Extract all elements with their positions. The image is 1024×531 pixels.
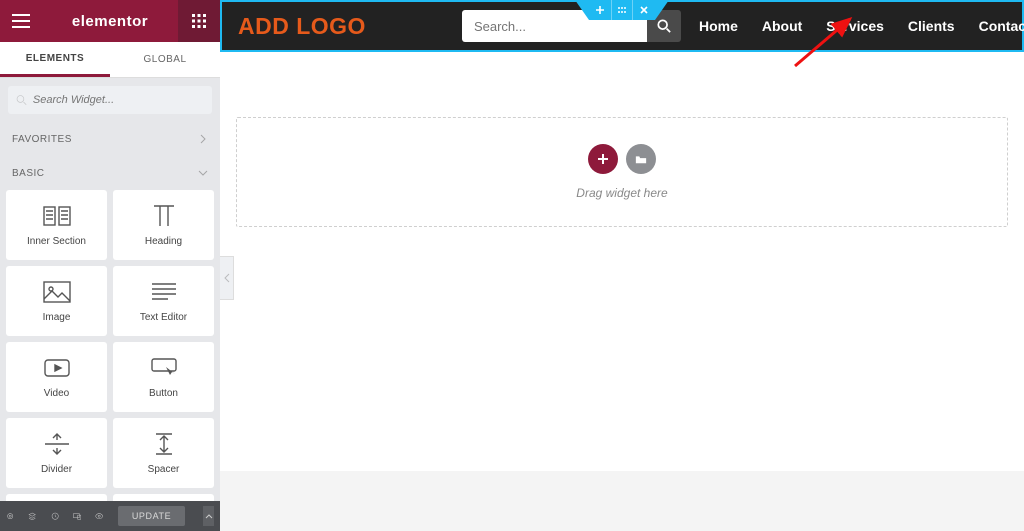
section-drag-handle[interactable] xyxy=(611,0,633,20)
layers-icon xyxy=(28,512,36,520)
section-add-button[interactable] xyxy=(589,0,611,20)
elementor-panel: elementor ELEMENTS GLOBAL FAVORITES BASI… xyxy=(0,0,220,531)
nav-about[interactable]: About xyxy=(762,18,802,34)
panel-bottom-bar: UPDATE xyxy=(0,501,220,531)
menu-button[interactable] xyxy=(0,0,42,42)
history-icon xyxy=(51,512,59,520)
video-icon xyxy=(43,358,71,378)
logo-placeholder[interactable]: ADD LOGO xyxy=(238,13,366,40)
heading-icon xyxy=(150,204,178,228)
update-options-button[interactable] xyxy=(203,506,214,526)
widget-label: Text Editor xyxy=(140,312,187,323)
drag-icon xyxy=(617,5,627,15)
grid-icon xyxy=(192,14,206,28)
plus-icon xyxy=(595,5,605,15)
search-icon xyxy=(657,19,671,33)
site-nav: Home About Services Clients Contact xyxy=(699,18,1024,34)
canvas-footer xyxy=(220,471,1024,531)
widget-label: Image xyxy=(43,312,71,323)
widget-label: Button xyxy=(149,388,178,399)
navigator-button[interactable] xyxy=(28,509,36,523)
divider-icon xyxy=(43,433,71,455)
eye-icon xyxy=(95,512,103,520)
chevron-left-icon xyxy=(223,273,231,283)
update-button[interactable]: UPDATE xyxy=(118,506,185,526)
caret-up-icon xyxy=(205,512,213,520)
text-editor-icon xyxy=(150,282,178,302)
search-icon xyxy=(16,94,27,106)
hamburger-icon xyxy=(12,14,30,28)
section-delete-button[interactable] xyxy=(633,0,655,20)
widget-button[interactable]: Button xyxy=(113,342,214,412)
category-basic[interactable]: BASIC xyxy=(0,156,220,190)
widget-inner-section[interactable]: Inner Section xyxy=(6,190,107,260)
drop-zone-buttons xyxy=(588,144,656,174)
category-basic-label: BASIC xyxy=(12,168,45,179)
panel-header: elementor xyxy=(0,0,220,42)
panel-search[interactable] xyxy=(8,86,212,114)
section-header[interactable]: ADD LOGO Home About Services Clients Con… xyxy=(220,0,1024,52)
tab-elements[interactable]: ELEMENTS xyxy=(0,42,110,77)
widget-spacer[interactable]: Spacer xyxy=(113,418,214,488)
preview-button[interactable] xyxy=(95,509,103,523)
brand-label: elementor xyxy=(42,13,178,30)
widget-divider[interactable]: Divider xyxy=(6,418,107,488)
widget-label: Divider xyxy=(41,464,72,475)
gear-icon xyxy=(6,512,14,520)
panel-tabs: ELEMENTS GLOBAL xyxy=(0,42,220,78)
tab-global[interactable]: GLOBAL xyxy=(110,42,220,77)
editor-canvas: ADD LOGO Home About Services Clients Con… xyxy=(220,0,1024,531)
nav-home[interactable]: Home xyxy=(699,18,738,34)
inner-section-icon xyxy=(43,206,71,226)
widget-video[interactable]: Video xyxy=(6,342,107,412)
widget-label: Spacer xyxy=(148,464,180,475)
nav-services[interactable]: Services xyxy=(826,18,884,34)
drop-zone[interactable]: Drag widget here xyxy=(236,117,1008,227)
template-button[interactable] xyxy=(626,144,656,174)
image-icon xyxy=(43,281,71,303)
add-section-button[interactable] xyxy=(588,144,618,174)
chevron-down-icon xyxy=(198,168,208,178)
section-handle xyxy=(575,0,669,20)
apps-button[interactable] xyxy=(178,0,220,42)
widget-text-editor[interactable]: Text Editor xyxy=(113,266,214,336)
panel-search-input[interactable] xyxy=(33,94,204,106)
close-icon xyxy=(639,5,649,15)
history-button[interactable] xyxy=(51,509,59,523)
plus-icon xyxy=(597,153,609,165)
panel-collapse-button[interactable] xyxy=(220,256,234,300)
widget-label: Video xyxy=(44,388,69,399)
category-favorites[interactable]: FAVORITES xyxy=(0,122,220,156)
button-icon xyxy=(150,357,178,379)
chevron-right-icon xyxy=(198,134,208,144)
nav-contact[interactable]: Contact xyxy=(979,18,1024,34)
spacer-icon xyxy=(150,432,178,456)
folder-icon xyxy=(635,153,647,165)
nav-clients[interactable]: Clients xyxy=(908,18,955,34)
drop-zone-hint: Drag widget here xyxy=(576,186,667,200)
widget-heading[interactable]: Heading xyxy=(113,190,214,260)
settings-button[interactable] xyxy=(6,509,14,523)
widget-label: Heading xyxy=(145,236,182,247)
widget-label: Inner Section xyxy=(27,236,86,247)
category-favorites-label: FAVORITES xyxy=(12,134,72,145)
panel-search-row xyxy=(0,78,220,122)
widget-image[interactable]: Image xyxy=(6,266,107,336)
responsive-icon xyxy=(73,512,81,520)
responsive-button[interactable] xyxy=(73,509,81,523)
widget-grid: Inner Section Heading Image Text Editor … xyxy=(0,190,220,531)
